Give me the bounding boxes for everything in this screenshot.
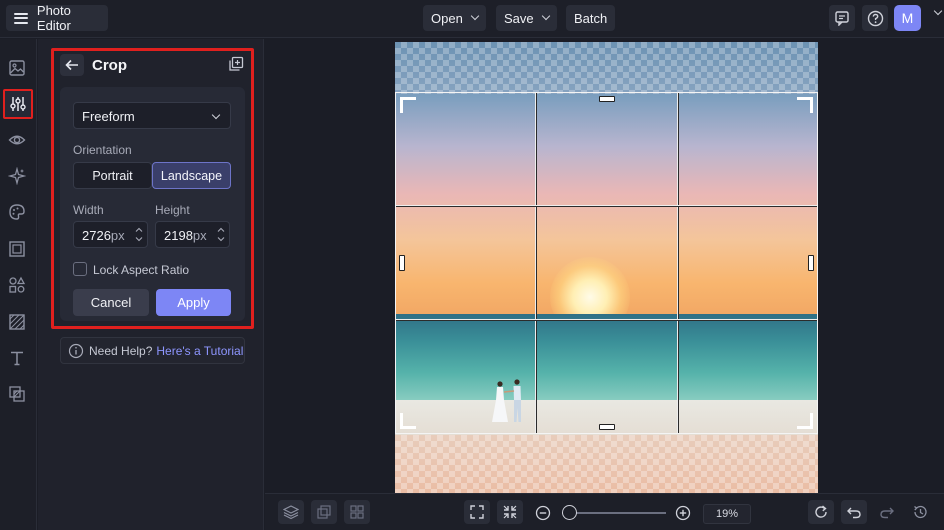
- graphics-tool[interactable]: [5, 273, 29, 297]
- save-label: Save: [504, 10, 534, 26]
- touch-up-tool[interactable]: [5, 164, 29, 188]
- crop-handle-top-right[interactable]: [797, 97, 813, 113]
- layers-button[interactable]: [278, 500, 304, 524]
- zoom-level[interactable]: 19%: [703, 504, 751, 524]
- reset-icon: [815, 505, 827, 518]
- grid-line: [535, 93, 537, 433]
- avatar-initial: M: [901, 10, 914, 26]
- message-icon: [835, 11, 849, 26]
- crop-handle-bottom-left[interactable]: [400, 413, 416, 429]
- frames-tool[interactable]: [5, 237, 29, 261]
- crop-box[interactable]: [395, 92, 818, 434]
- batch-label: Batch: [574, 10, 608, 26]
- info-icon: [68, 343, 84, 359]
- zoom-in-icon: [675, 505, 691, 521]
- layers-icon: [283, 505, 299, 520]
- crop-handle-bottom[interactable]: [599, 424, 615, 430]
- question-icon: [867, 10, 883, 26]
- help-tutorial-box: Need Help? Here's a Tutorial: [60, 337, 245, 364]
- reset-button[interactable]: [808, 500, 834, 524]
- collapse-icon: [503, 505, 517, 519]
- feedback-button[interactable]: [829, 5, 855, 31]
- help-text: Need Help?: [89, 343, 153, 358]
- crop-handle-top[interactable]: [599, 96, 615, 102]
- zoom-in-button[interactable]: [675, 505, 691, 521]
- undo-button[interactable]: [841, 500, 867, 524]
- history-icon: [914, 505, 927, 519]
- effects-tool[interactable]: [5, 128, 29, 152]
- zoom-out-button[interactable]: [535, 505, 551, 521]
- crop-handle-top-left[interactable]: [400, 97, 416, 113]
- crop-panel-highlight: [51, 48, 254, 329]
- cropped-out-top: [395, 42, 818, 94]
- image-icon: [9, 60, 25, 76]
- batch-button[interactable]: Batch: [566, 5, 616, 31]
- redo-icon: [880, 507, 894, 519]
- menu-icon: [14, 12, 28, 24]
- zoom-out-icon: [535, 505, 551, 521]
- text-tool[interactable]: [5, 346, 29, 370]
- palette-icon: [9, 204, 25, 220]
- undo-icon: [847, 507, 861, 519]
- grid-line: [677, 93, 679, 433]
- frame-icon: [9, 241, 25, 257]
- texture-icon: [9, 314, 25, 330]
- crop-handle-bottom-right[interactable]: [797, 413, 813, 429]
- sparkles-icon: [8, 167, 26, 185]
- overlay-icon: [9, 386, 25, 402]
- history-button[interactable]: [907, 500, 933, 524]
- zoom-slider-knob[interactable]: [562, 505, 577, 520]
- help-button[interactable]: [862, 5, 888, 31]
- shapes-icon: [9, 276, 26, 293]
- actual-size-button[interactable]: [497, 500, 523, 524]
- redo-button[interactable]: [874, 500, 900, 524]
- adjustments-icon: [10, 97, 26, 111]
- overlays-tool[interactable]: [5, 382, 29, 406]
- artsy-tool[interactable]: [5, 200, 29, 224]
- avatar[interactable]: M: [894, 5, 921, 31]
- open-label: Open: [431, 10, 463, 26]
- fit-screen-icon: [470, 505, 484, 519]
- transform-icon: [317, 505, 331, 519]
- open-menu[interactable]: Open: [423, 5, 486, 31]
- eye-icon: [8, 135, 26, 145]
- chevron-down-icon: [541, 11, 550, 21]
- grid-line: [396, 319, 817, 321]
- app-title: Photo Editor: [36, 3, 71, 33]
- grid-icon: [350, 505, 364, 519]
- grid-line: [396, 205, 817, 207]
- image-tool[interactable]: [5, 56, 29, 80]
- transform-button[interactable]: [311, 500, 337, 524]
- cropped-out-bottom: [395, 435, 818, 494]
- zoom-slider-track[interactable]: [562, 512, 666, 514]
- crop-handle-right[interactable]: [808, 255, 814, 271]
- fit-screen-button[interactable]: [464, 500, 490, 524]
- crop-handle-left[interactable]: [399, 255, 405, 271]
- textures-tool[interactable]: [5, 310, 29, 334]
- adjustments-tool[interactable]: [3, 89, 33, 119]
- save-menu[interactable]: Save: [496, 5, 557, 31]
- chevron-down-icon: [470, 11, 480, 21]
- app-menu-button[interactable]: Photo Editor: [6, 3, 108, 33]
- grid-button[interactable]: [344, 500, 370, 524]
- text-icon: [11, 351, 23, 366]
- tutorial-link[interactable]: Here's a Tutorial: [156, 344, 243, 358]
